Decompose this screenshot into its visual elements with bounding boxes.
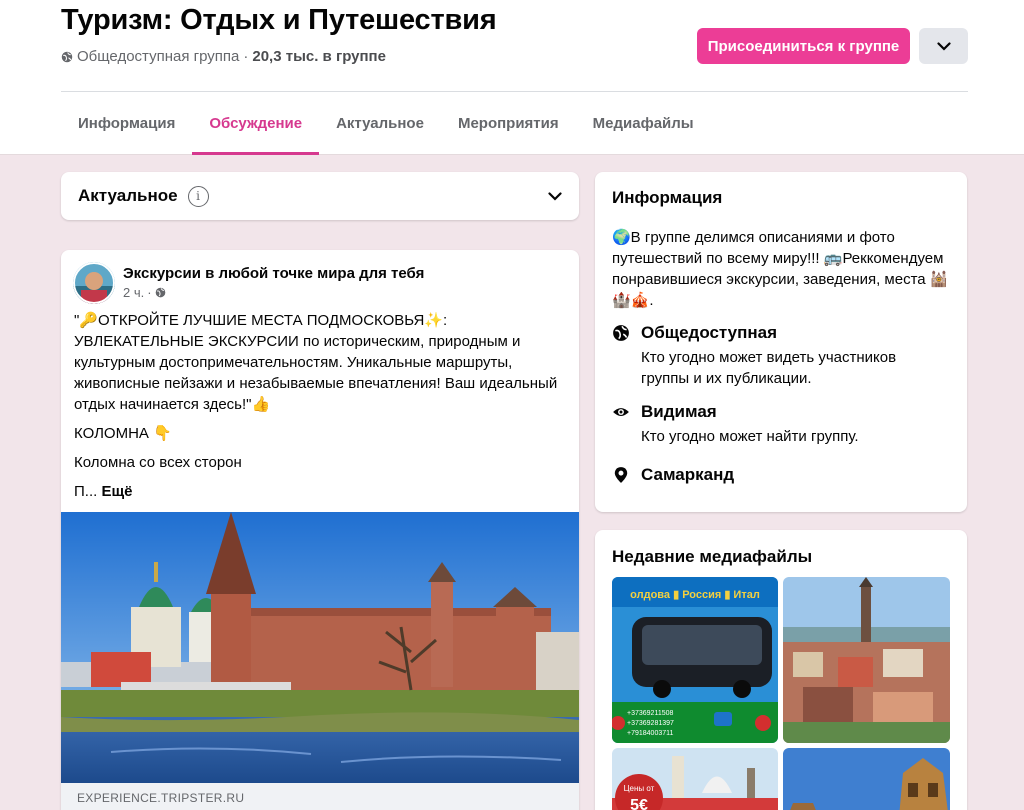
media-thumbnail[interactable]: олдова ▮ Россия ▮ Итал +37369211508 +373…: [612, 577, 778, 743]
bus-photo: олдова ▮ Россия ▮ Итал +37369211508 +373…: [612, 577, 778, 743]
globe-icon: [613, 325, 629, 341]
post-author[interactable]: Экскурсии в любой точке мира для тебя: [123, 265, 424, 282]
tab-discussion[interactable]: Обсуждение: [192, 92, 319, 155]
visibility-title: Видимая: [641, 402, 717, 421]
recent-media-card: Недавние медиафайлы олдова ▮ Россия ▮ Ит…: [595, 530, 967, 810]
trending-card[interactable]: Актуальное i: [61, 172, 579, 220]
tab-events[interactable]: Мероприятия: [441, 92, 576, 155]
visibility-row: Видимая Кто угодно может найти группу.: [612, 401, 931, 447]
privacy-title: Общедоступная: [641, 323, 778, 342]
group-privacy: Общедоступная группа: [77, 48, 240, 65]
thumbnail-caption: олдова ▮ Россия ▮ Итал: [630, 589, 760, 601]
post-card: Экскурсии в любой точке мира для тебя 2 …: [61, 250, 579, 810]
info-title: Информация: [612, 188, 723, 207]
group-meta: Общедоступная группа · 20,3 тыс. в групп…: [61, 48, 386, 65]
globe-icon: [155, 287, 165, 298]
group-header: Туризм: Отдых и Путешествия Общедоступна…: [0, 0, 1024, 155]
location-pin-icon: [614, 467, 628, 483]
info-card: Информация 🌍В группе делимся описаниями …: [595, 172, 967, 512]
group-tabs: Информация Обсуждение Актуальное Меропри…: [61, 92, 711, 155]
post-paragraph: Коломна со всех сторон: [74, 454, 242, 471]
phone-number: +79184003711: [627, 730, 673, 737]
post-image[interactable]: [61, 512, 579, 783]
media-thumbnail[interactable]: [783, 748, 950, 810]
recent-media-title: Недавние медиафайлы: [612, 547, 813, 566]
time-separator: ·: [147, 285, 152, 300]
travel-promo-photo: Цены от 5€: [612, 748, 778, 810]
post-paragraph: "🔑ОТКРОЙТЕ ЛУЧШИЕ МЕСТА ПОДМОСКОВЬЯ✨: УВ…: [74, 312, 558, 413]
author-avatar[interactable]: [73, 262, 115, 304]
tab-info[interactable]: Информация: [61, 92, 192, 155]
group-title: Туризм: Отдых и Путешествия: [61, 4, 497, 36]
post-truncated: П... Ещё: [74, 481, 569, 502]
privacy-row: Общедоступная Кто угодно может видеть уч…: [612, 322, 931, 389]
trending-title: Актуальное: [78, 186, 178, 205]
chevron-down-icon[interactable]: [548, 191, 562, 201]
location-row: Самарканд: [612, 464, 734, 486]
see-more-link[interactable]: Ещё: [101, 483, 132, 500]
info-icon[interactable]: i: [187, 185, 209, 207]
tab-media[interactable]: Медиафайлы: [576, 92, 711, 155]
visibility-description: Кто угодно может найти группу.: [641, 428, 859, 445]
phone-number: +37369281397: [627, 720, 674, 727]
architecture-photo: [783, 748, 950, 810]
tab-featured[interactable]: Актуальное: [319, 92, 441, 155]
post-time: 2 ч. ·: [123, 285, 166, 300]
privacy-description: Кто угодно может видеть участников групп…: [641, 349, 897, 387]
globe-icon: [61, 51, 73, 62]
join-group-button[interactable]: Присоединиться к группе: [697, 28, 910, 64]
group-members[interactable]: 20,3 тыс. в группе: [252, 48, 386, 65]
meta-separator: ·: [243, 48, 249, 65]
post-paragraph: КОЛОМНА 👇: [74, 425, 172, 442]
location-name[interactable]: Самарканд: [641, 464, 734, 486]
link-preview-domain[interactable]: EXPERIENCE.TRIPSTER.RU: [61, 783, 579, 810]
media-thumbnail[interactable]: Цены от 5€: [612, 748, 778, 810]
price-label: Цены от: [624, 784, 655, 793]
eye-icon: [613, 408, 629, 416]
city-photo: [783, 577, 950, 743]
truncated-text: П...: [74, 483, 98, 500]
phone-number: +37369211508: [627, 710, 673, 717]
chevron-down-icon: [936, 41, 951, 51]
more-options-button[interactable]: [919, 28, 968, 64]
media-thumbnail[interactable]: [783, 577, 950, 743]
group-description: 🌍В группе делимся описаниями и фото путе…: [612, 229, 949, 309]
post-body: "🔑ОТКРОЙТЕ ЛУЧШИЕ МЕСТА ПОДМОСКОВЬЯ✨: УВ…: [74, 310, 569, 510]
post-timestamp[interactable]: 2 ч.: [123, 285, 144, 300]
price-value: 5€: [630, 797, 648, 810]
